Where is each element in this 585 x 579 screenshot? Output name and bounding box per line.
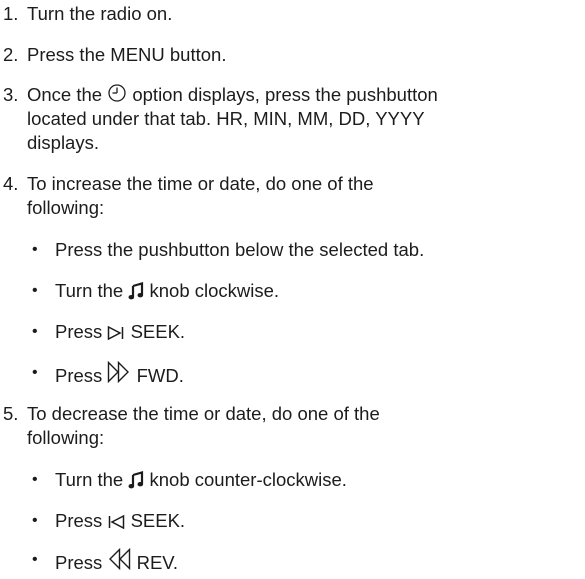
- step-number: 3.: [3, 84, 19, 105]
- bullet-text-pre: Press: [55, 552, 103, 573]
- step-text: following:: [27, 427, 105, 448]
- bullet-text-post: SEEK.: [130, 321, 186, 342]
- step-text: To decrease the time or date, do one of …: [27, 403, 380, 424]
- bullet-text: Turn the knob clockwise.: [55, 279, 279, 303]
- bullet-text: Press the pushbutton below the selected …: [55, 239, 425, 260]
- step-text-post: option displays, press the pushbutton: [132, 84, 438, 105]
- bullet-text-pre: Turn the: [55, 469, 124, 490]
- bullet-text-pre: Press: [55, 510, 103, 531]
- bullet-marker: •: [32, 282, 38, 299]
- bullet-text-post: knob counter-clockwise.: [149, 469, 347, 490]
- seek-forward-icon: [108, 325, 124, 341]
- seek-backward-icon: [109, 514, 125, 530]
- bullet-marker: •: [32, 512, 38, 529]
- bullet-text: Turn the knob counter-clockwise.: [55, 468, 347, 492]
- step-text: displays.: [27, 132, 99, 153]
- music-note-icon: [128, 282, 144, 300]
- fast-forward-icon: [108, 361, 130, 383]
- step-text: Turn the radio on.: [27, 3, 173, 24]
- bullet-text: Press SEEK.: [55, 320, 185, 344]
- step-number: 4.: [3, 173, 19, 194]
- step-text-pre: Once the: [27, 84, 103, 105]
- bullet-text-post: knob clockwise.: [149, 280, 280, 301]
- clock-icon: [108, 84, 126, 102]
- step-text: located under that tab. HR, MIN, MM, DD,…: [27, 108, 425, 129]
- bullet-text-post: REV.: [136, 552, 179, 573]
- bullet-text: Press FWD.: [55, 361, 184, 388]
- music-note-icon: [128, 471, 144, 489]
- step-text: Press the MENU button.: [27, 44, 227, 65]
- step-number: 5.: [3, 403, 19, 424]
- step-text: To increase the time or date, do one of …: [27, 173, 374, 194]
- rewind-icon: [109, 548, 131, 570]
- step-text: Once the option displays, press the push…: [27, 83, 438, 107]
- step-text: following:: [27, 197, 105, 218]
- bullet-text-post: SEEK.: [130, 510, 186, 531]
- bullet-marker: •: [32, 471, 38, 488]
- instruction-document: 1. Turn the radio on. 2. Press the MENU …: [0, 0, 585, 579]
- bullet-marker: •: [32, 241, 38, 258]
- bullet-text-post: FWD.: [136, 365, 184, 386]
- bullet-marker: •: [32, 364, 38, 381]
- bullet-text-pre: Press: [55, 365, 103, 386]
- bullet-marker: •: [32, 323, 38, 340]
- bullet-marker: •: [32, 551, 38, 568]
- bullet-text-pre: Turn the: [55, 280, 124, 301]
- bullet-text-pre: Press: [55, 321, 103, 342]
- step-number: 1.: [3, 3, 19, 24]
- step-number: 2.: [3, 44, 19, 65]
- bullet-text: Press REV.: [55, 548, 178, 575]
- bullet-text: Press SEEK.: [55, 509, 185, 533]
